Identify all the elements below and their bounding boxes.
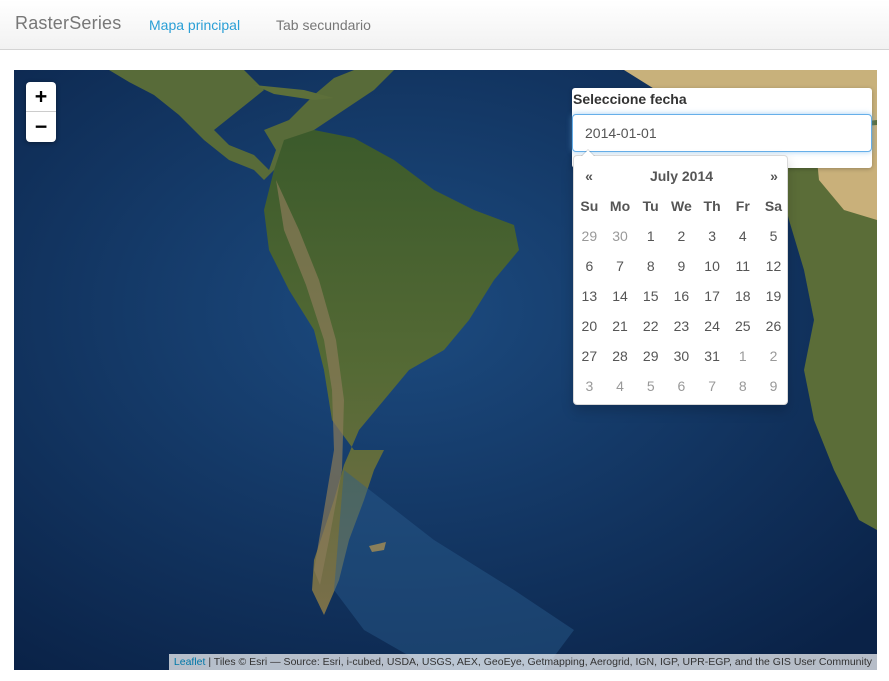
- day-cell[interactable]: 2: [758, 341, 789, 371]
- weekday-label: Mo: [609, 198, 631, 214]
- day-cell[interactable]: 7: [697, 371, 728, 401]
- day-cell[interactable]: 1: [727, 341, 758, 371]
- day-cell[interactable]: 15: [635, 281, 666, 311]
- day-cell[interactable]: 20: [574, 311, 605, 341]
- day-cell[interactable]: 3: [697, 221, 728, 251]
- week-row: 3456789: [574, 371, 789, 401]
- weekday-label: Th: [703, 198, 721, 214]
- day-cell[interactable]: 29: [635, 341, 666, 371]
- weekday-label: Fr: [735, 198, 750, 214]
- day-cell[interactable]: 16: [666, 281, 697, 311]
- day-cell[interactable]: 13: [574, 281, 605, 311]
- weekday-header-row: Su Mo Tu We Th Fr Sa: [574, 191, 789, 221]
- navbar: RasterSeries Mapa principal Tab secundar…: [0, 0, 889, 50]
- day-cell[interactable]: 9: [758, 371, 789, 401]
- date-input[interactable]: 2014-01-01: [572, 114, 872, 152]
- datepicker-header: « July 2014 »: [574, 161, 789, 191]
- leaflet-link[interactable]: Leaflet: [174, 656, 206, 668]
- day-cell[interactable]: 8: [635, 251, 666, 281]
- week-row: 29 30 1 2 3 4 5: [574, 221, 789, 251]
- day-cell[interactable]: 24: [697, 311, 728, 341]
- tab-secundario[interactable]: Tab secundario: [276, 17, 371, 33]
- day-cell[interactable]: 26: [758, 311, 789, 341]
- day-cell[interactable]: 4: [605, 371, 636, 401]
- day-cell[interactable]: 19: [758, 281, 789, 311]
- weekday-label: We: [671, 198, 692, 214]
- day-cell[interactable]: 6: [666, 371, 697, 401]
- day-cell[interactable]: 5: [758, 221, 789, 251]
- app-brand[interactable]: RasterSeries: [15, 13, 121, 34]
- map-view[interactable]: + − Leaflet | Tiles © Esri — Source: Esr…: [14, 70, 877, 670]
- day-cell[interactable]: 21: [605, 311, 636, 341]
- day-cell[interactable]: 17: [697, 281, 728, 311]
- day-cell[interactable]: 6: [574, 251, 605, 281]
- day-cell[interactable]: 2: [666, 221, 697, 251]
- week-row: 27 28 29 30 31 1 2: [574, 341, 789, 371]
- day-cell[interactable]: 9: [666, 251, 697, 281]
- day-cell[interactable]: 25: [727, 311, 758, 341]
- tab-mapa-principal[interactable]: Mapa principal: [149, 17, 240, 33]
- week-row: 13 14 15 16 17 18 19: [574, 281, 789, 311]
- day-cell[interactable]: 5: [635, 371, 666, 401]
- datepicker-grid: Su Mo Tu We Th Fr Sa 29 30 1 2 3 4 5 6 7 8 9 10 11 12 13 14 15 1…: [574, 191, 789, 401]
- day-cell[interactable]: 10: [697, 251, 728, 281]
- zoom-control: + −: [26, 82, 56, 142]
- day-cell[interactable]: 28: [605, 341, 636, 371]
- day-cell[interactable]: 1: [635, 221, 666, 251]
- day-cell[interactable]: 8: [727, 371, 758, 401]
- day-cell[interactable]: 4: [727, 221, 758, 251]
- day-cell[interactable]: 30: [605, 221, 636, 251]
- weekday-label: Su: [580, 198, 599, 214]
- date-label: Seleccione fecha: [573, 91, 687, 107]
- day-cell[interactable]: 29: [574, 221, 605, 251]
- day-cell[interactable]: 30: [666, 341, 697, 371]
- day-cell[interactable]: 14: [605, 281, 636, 311]
- prev-month-button[interactable]: «: [574, 161, 604, 191]
- day-cell[interactable]: 22: [635, 311, 666, 341]
- map-attribution: Leaflet | Tiles © Esri — Source: Esri, i…: [168, 654, 877, 670]
- day-cell[interactable]: 3: [574, 371, 605, 401]
- attribution-text: | Tiles © Esri — Source: Esri, i-cubed, …: [205, 656, 872, 668]
- zoom-in-button[interactable]: +: [26, 82, 56, 112]
- month-year-switch[interactable]: July 2014: [604, 161, 759, 191]
- day-cell[interactable]: 31: [697, 341, 728, 371]
- weekday-label: Sa: [764, 198, 783, 214]
- day-cell[interactable]: 27: [574, 341, 605, 371]
- day-cell[interactable]: 7: [605, 251, 636, 281]
- next-month-button[interactable]: »: [759, 161, 789, 191]
- datepicker-dropdown: « July 2014 » Su Mo Tu We Th Fr Sa 29 30 1 2 3 4 5 6 7 8…: [573, 149, 789, 405]
- day-cell[interactable]: 12: [758, 251, 789, 281]
- day-cell[interactable]: 11: [727, 251, 758, 281]
- day-cell[interactable]: 18: [727, 281, 758, 311]
- week-row: 6 7 8 9 10 11 12: [574, 251, 789, 281]
- zoom-out-button[interactable]: −: [26, 112, 56, 142]
- weekday-label: Tu: [642, 198, 659, 214]
- day-cell[interactable]: 23: [666, 311, 697, 341]
- week-row: 20 21 22 23 24 25 26: [574, 311, 789, 341]
